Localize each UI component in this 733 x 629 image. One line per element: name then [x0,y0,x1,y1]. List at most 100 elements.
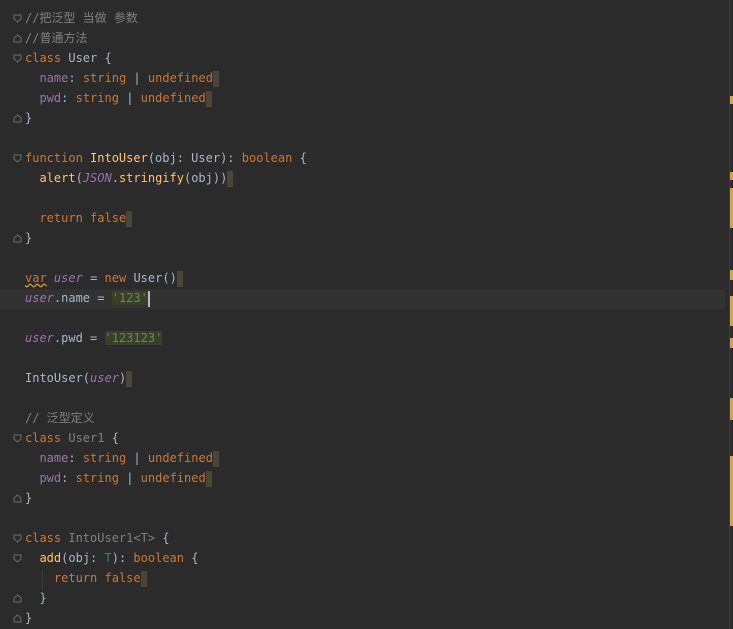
fold-icon[interactable] [13,594,22,603]
code-line[interactable]: name: string | undefined [25,448,219,468]
code-line[interactable]: return false [25,568,147,588]
operator: = [90,271,98,285]
fold-icon[interactable] [13,154,22,163]
code-line[interactable]: user.name = '123' [25,288,150,308]
code-line[interactable]: add(obj: T): boolean { [25,548,198,568]
type-keyword: string [82,451,127,465]
text-caret [147,290,150,307]
fold-icon[interactable] [13,54,22,63]
type-keyword: string [82,71,127,85]
paren: ) [118,371,127,385]
comment: //普通方法 [25,31,88,45]
type-keyword: string [75,91,119,105]
property: name [39,451,69,465]
brace: { [191,551,199,565]
keyword: return [53,571,98,585]
code-line[interactable]: } [25,488,32,508]
union-bar: | [133,71,141,85]
statement-end-marker [212,450,219,467]
fold-icon[interactable] [13,234,22,243]
colon: : [61,471,69,485]
global-object: JSON [82,171,112,185]
brace: } [25,491,33,505]
method-call: stringify [118,171,184,185]
brace: } [25,111,33,125]
statement-end-marker [140,570,147,587]
keyword: class [25,431,62,445]
constructor-call: User() [133,271,177,285]
keyword-warning: var [25,271,47,285]
code-line[interactable]: function IntoUser(obj: User): boolean { [25,148,307,168]
brace: { [162,531,170,545]
statement-end-marker [126,370,133,387]
property: pwd [39,91,62,105]
function-call: alert [39,171,76,185]
keyword: class [25,51,62,65]
statement-end-marker [227,170,234,187]
fold-icon[interactable] [13,534,22,543]
variable: user [25,331,54,345]
code-line[interactable]: } [25,608,32,628]
union-bar: | [126,471,134,485]
string-literal: '123' [111,291,148,305]
function-call: IntoUser( [25,371,91,385]
keyword: class [25,531,62,545]
code-line[interactable]: var user = new User() [25,268,183,288]
fold-icon[interactable] [13,494,22,503]
code-line[interactable]: user.pwd = '123123' [25,328,163,348]
dot: . [111,171,119,185]
code-line[interactable]: // 泛型定义 [25,408,95,428]
comment: // 泛型定义 [25,411,95,425]
brace: { [299,151,307,165]
code-line[interactable]: //普通方法 [25,28,87,48]
code-line[interactable]: name: string | undefined [25,68,219,88]
fold-icon[interactable] [13,14,22,23]
union-bar: | [126,91,134,105]
code-line[interactable]: return false [25,208,133,228]
fold-icon[interactable] [13,34,22,43]
code-line[interactable]: alert(JSON.stringify(obj)) [25,168,234,188]
variable: user [90,371,119,385]
code-line[interactable]: pwd: string | undefined [25,468,212,488]
method-name: add [39,551,62,565]
union-bar: | [133,451,141,465]
colon: : [68,71,76,85]
code-line[interactable]: class IntoUser1<T> { [25,528,170,548]
undefined-keyword: undefined [147,451,213,465]
keyword: new [104,271,127,285]
colon: : [68,451,76,465]
class-name: User1 [68,431,105,445]
member-assign: .name = [53,291,105,305]
fold-icon[interactable] [13,434,22,443]
fold-icon[interactable] [13,614,22,623]
keyword: return [39,211,83,225]
args: (obj)) [183,171,228,185]
code-line[interactable]: //把泛型 当做 参数 [25,8,138,28]
fold-icon[interactable] [13,554,22,563]
params: (obj: User): [147,151,235,165]
undefined-keyword: undefined [147,71,213,85]
code-line[interactable]: class User1 { [25,428,119,448]
code-line[interactable]: } [25,228,32,248]
code-line[interactable]: } [25,108,32,128]
literal: false [90,211,127,225]
fold-icon[interactable] [13,114,22,123]
colon: : [61,91,69,105]
literal: false [104,571,141,585]
brace: { [104,51,112,65]
code-line[interactable]: pwd: string | undefined [25,88,212,108]
brace: } [25,611,33,625]
code-line[interactable]: } [25,588,47,608]
params: (obj: [61,551,98,565]
code-line[interactable]: class User { [25,48,112,68]
type-keyword: boolean [133,551,184,565]
code-editor[interactable]: //把泛型 当做 参数 //普通方法 class User { name: st… [0,0,733,629]
brace: } [39,591,47,605]
code-line[interactable]: IntoUser(user) [25,368,133,388]
property: name [39,71,69,85]
paren: ( [75,171,83,185]
comment: //把泛型 当做 参数 [25,11,138,25]
class-name: IntoUser1<T> [68,531,156,545]
brace: { [111,431,119,445]
member-assign: .pwd = [53,331,98,345]
